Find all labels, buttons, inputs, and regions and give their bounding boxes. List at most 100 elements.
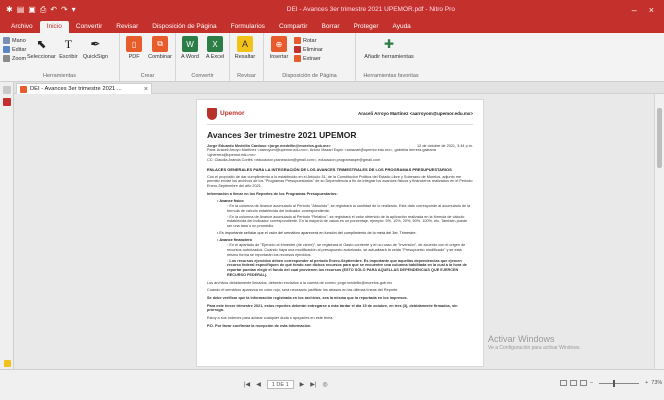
- logo-mark: [207, 108, 217, 120]
- to-word-button[interactable]: WA Word: [179, 36, 201, 60]
- quicksign-button[interactable]: ✒ QuickSign: [83, 36, 108, 60]
- bullet-semaforo: • Es importante señalar que el valor del…: [217, 230, 417, 235]
- edit-tool-button[interactable]: Editar: [3, 46, 26, 53]
- word-icon: W: [182, 36, 198, 52]
- combine-icon: ⧉: [152, 36, 169, 52]
- body-heading: ENLACES GENERALES PARA LA INTEGRACIÓN DE…: [207, 166, 452, 172]
- tab-convertir[interactable]: Convertir: [69, 21, 109, 33]
- nitro-logo-icon: ✱: [6, 4, 13, 14]
- tab-disposicion[interactable]: Disposición de Página: [145, 21, 223, 33]
- sub-bullet: ◦ Los recursos ejercidos deben correspon…: [227, 258, 467, 277]
- meta-cc: CC: Claudia Aranda Cortés <educacion.pla…: [207, 157, 381, 162]
- insert-button[interactable]: ⊕ Insertar: [267, 36, 291, 60]
- add-tools-button[interactable]: ✚ Añadir herramientas: [359, 36, 419, 60]
- pages-panel-icon[interactable]: [3, 86, 11, 94]
- close-tab-icon[interactable]: ×: [144, 86, 151, 93]
- info-title: Información a llenar en los Reportes de …: [207, 191, 338, 196]
- save-icon[interactable]: ▣: [28, 5, 36, 14]
- first-page-icon[interactable]: |◀: [244, 381, 250, 388]
- page-number-field[interactable]: 1 DE 1: [266, 380, 294, 389]
- minimize-button[interactable]: –: [632, 5, 637, 15]
- tab-revisar[interactable]: Revisar: [109, 21, 145, 33]
- title-bar: ✱ ▤ ▣ ⎙ ↶ ↷ ▾ DEI - Avances 3er trimestr…: [0, 0, 664, 19]
- zoom-level: 73%: [651, 380, 663, 386]
- group-label: Crear: [140, 73, 155, 79]
- watermark-title: Activar Windows: [488, 334, 555, 344]
- page-navigation: |◀ ◀ 1 DE 1 ▶ ▶| ◎: [244, 380, 328, 389]
- zoom-slider[interactable]: [599, 379, 640, 387]
- tab-borrar[interactable]: Borrar: [314, 21, 346, 33]
- zoom-out-icon[interactable]: –: [590, 380, 593, 386]
- group-label: Convertir: [191, 73, 214, 79]
- extract-button[interactable]: Extraer: [294, 55, 323, 62]
- zoom-in-icon[interactable]: +: [645, 380, 648, 386]
- rotate-button[interactable]: Rotar: [294, 37, 323, 44]
- pdf-button[interactable]: ▯ PDF: [123, 36, 145, 60]
- hand-tool-button[interactable]: Mano: [3, 37, 26, 44]
- vertical-scrollbar[interactable]: [654, 94, 664, 369]
- type-text-button[interactable]: T Escribir: [56, 36, 80, 61]
- sub-bullet: ◦ En el apartado de "Ejercido al trimest…: [227, 243, 466, 257]
- extract-icon: [294, 55, 301, 62]
- tab-ayuda[interactable]: Ayuda: [385, 21, 417, 33]
- insert-page-icon: ⊕: [271, 36, 287, 52]
- group-convertir: WA Word XA Excel Convertir: [176, 33, 230, 81]
- bullet-avance-financiero: • Avance financiero: [217, 237, 252, 242]
- excel-icon: X: [207, 36, 223, 52]
- ribbon-tabs: Archivo Inicio Convertir Revisar Disposi…: [0, 19, 664, 33]
- comments-panel-icon[interactable]: [4, 360, 11, 367]
- closing-line: Cuando el semáforo aparezca en color roj…: [207, 288, 399, 293]
- single-page-view-icon[interactable]: [560, 380, 567, 386]
- meta-to: Para: Araceli Arroyo Martínez <aarroyom@…: [207, 148, 436, 158]
- zoom-icon: [3, 55, 10, 62]
- email-header: Upemor Araceli Arroyo Martínez <aarroyom…: [207, 108, 473, 125]
- undo-icon[interactable]: ↶: [50, 5, 57, 14]
- closing-line: Estoy a sus órdenes para aclarar cualqui…: [207, 316, 334, 321]
- prev-page-icon[interactable]: ◀: [256, 381, 261, 388]
- bullet-list: • Avance físico ◦ En la columna de Avanc…: [207, 199, 473, 278]
- play-icon[interactable]: ◎: [322, 381, 327, 388]
- combine-button[interactable]: ⧉ Combinar: [148, 36, 172, 60]
- sub-bullet: ◦ En la columna de Avance acumulado al P…: [227, 214, 468, 229]
- group-label: Herramientas favoritas: [363, 73, 419, 79]
- tab-archivo[interactable]: Archivo: [4, 21, 40, 33]
- tab-compartir[interactable]: Compartir: [272, 21, 315, 33]
- select-button[interactable]: ⬉ Seleccionar: [27, 36, 56, 60]
- upemor-logo: Upemor: [207, 108, 245, 120]
- tab-proteger[interactable]: Proteger: [347, 21, 386, 33]
- tab-formularios[interactable]: Formularios: [224, 21, 272, 33]
- print-icon[interactable]: ⎙: [40, 5, 46, 14]
- continuous-view-icon[interactable]: [570, 380, 577, 386]
- zoom-slider-knob[interactable]: [613, 379, 616, 387]
- group-label: Disposición de Página: [282, 73, 337, 79]
- zoom-tool-button[interactable]: Zoom: [3, 55, 26, 62]
- closing-line: Se debe verificar que la información reg…: [207, 295, 408, 300]
- next-page-icon[interactable]: ▶: [300, 381, 305, 388]
- delete-button[interactable]: Eliminar: [294, 46, 323, 53]
- last-page-icon[interactable]: ▶|: [310, 381, 316, 388]
- highlight-button[interactable]: A Resaltar: [233, 36, 257, 60]
- bookmarks-panel-icon[interactable]: [3, 98, 11, 106]
- edit-icon: [3, 46, 10, 53]
- ribbon: Mano Editar Zoom ⬉ Seleccionar T Escribir …: [0, 33, 664, 82]
- watermark-subtitle: Ve a Configuración para activar Windows.: [488, 345, 581, 351]
- email-meta: Jorge Eduardo Medellín Cardoso <jorge.me…: [207, 144, 473, 163]
- scroll-thumb[interactable]: [657, 108, 662, 168]
- to-excel-button[interactable]: XA Excel: [204, 36, 226, 60]
- activation-watermark: Activar Windows Ve a Configuración para …: [488, 334, 581, 351]
- close-button[interactable]: ×: [649, 5, 654, 15]
- group-revisar: A Resaltar Revisar: [230, 33, 264, 81]
- pdf-page[interactable]: Upemor Araceli Arroyo Martínez <aarroyom…: [196, 99, 484, 367]
- bullet-avance-fisico: • Avance físico: [217, 198, 244, 203]
- tab-inicio[interactable]: Inicio: [39, 21, 69, 33]
- document-tabs: DEI - Avances 3er trimestre 2021 ... ×: [14, 82, 664, 94]
- document-tab-label: DEI - Avances 3er trimestre 2021 ...: [30, 86, 122, 92]
- document-tab[interactable]: DEI - Avances 3er trimestre 2021 ... ×: [16, 83, 152, 94]
- window-title: DEI - Avances 3er trimestre 2021 UPEMOR.…: [286, 6, 455, 13]
- closing-line: Para este tercer trimestre 2021, estos r…: [207, 303, 458, 313]
- group-label: Herramientas: [42, 73, 76, 79]
- customize-icon[interactable]: ▾: [72, 5, 76, 14]
- open-icon[interactable]: ▤: [17, 5, 25, 14]
- redo-icon[interactable]: ↷: [61, 5, 68, 14]
- facing-view-icon[interactable]: [580, 380, 587, 386]
